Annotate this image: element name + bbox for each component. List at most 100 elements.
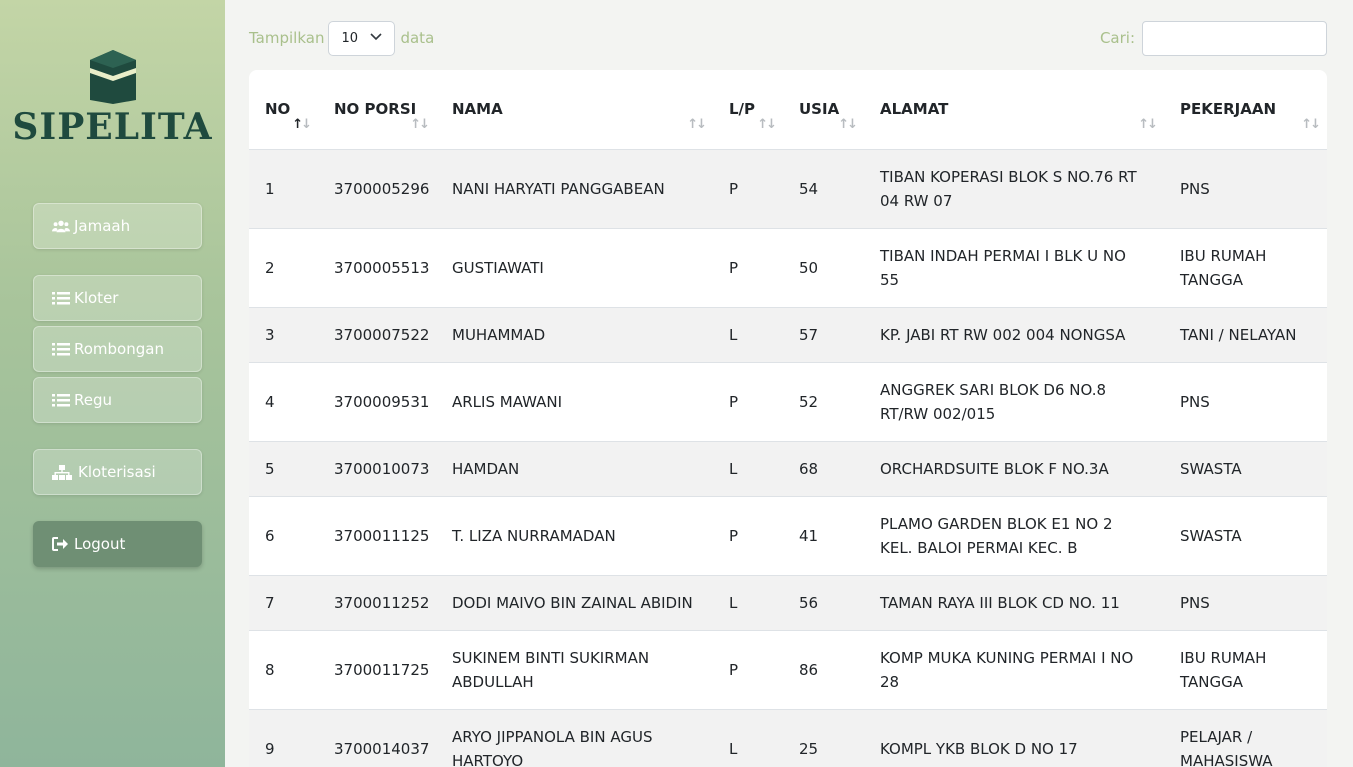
nav-label: Rombongan xyxy=(74,340,164,358)
cell-pekerjaan: PNS xyxy=(1164,149,1327,229)
cell-no-porsi: 3700005296 xyxy=(318,149,436,229)
cell-no: 8 xyxy=(249,630,318,710)
show-label: Tampilkan xyxy=(249,29,325,47)
cell-alamat: KOMPL YKB BLOK D NO 17 xyxy=(864,709,1164,767)
sort-icon: ↑↓ xyxy=(1138,116,1158,132)
users-icon xyxy=(52,219,70,233)
kaaba-logo-icon xyxy=(89,50,136,104)
table-header-row: NO ↑↓ NO PORSI ↑↓ NAMA ↑↓ L/P ↑↓ USIA ↑↓ ALAM… xyxy=(249,70,1327,150)
cell-no-porsi: 3700011725 xyxy=(318,630,436,710)
table-row: 2 3700005513 GUSTIAWATI P 50 TIBAN INDAH… xyxy=(249,228,1327,308)
column-header-usia[interactable]: USIA ↑↓ xyxy=(783,70,864,150)
cell-pekerjaan: TANI / NELAYAN xyxy=(1164,307,1327,363)
cell-usia: 68 xyxy=(783,441,864,497)
cell-lp: P xyxy=(713,630,783,710)
cell-pekerjaan: PELAJAR / MAHASISWA xyxy=(1164,709,1327,767)
search-label: Cari: xyxy=(1099,29,1135,47)
cell-alamat: KP. JABI RT RW 002 004 NONGSA xyxy=(864,307,1164,363)
cell-lp: P xyxy=(713,496,783,576)
cell-alamat: TAMAN RAYA III BLOK CD NO. 11 xyxy=(864,575,1164,631)
cell-nama: ARLIS MAWANI xyxy=(436,362,713,442)
table-row: 3 3700007522 MUHAMMAD L 57 KP. JABI RT R… xyxy=(249,307,1327,363)
column-header-pekerjaan[interactable]: PEKERJAAN ↑↓ xyxy=(1164,70,1327,150)
nav-kloterisasi-button[interactable]: Kloterisasi xyxy=(33,449,202,495)
data-label: data xyxy=(400,29,435,47)
nav-label: Jamaah xyxy=(74,217,131,235)
cell-alamat: PLAMO GARDEN BLOK E1 NO 2 KEL. BALOI PER… xyxy=(864,496,1164,576)
main-content: Tampilkan 10 data Cari: NO ↑↓ NO PORSI ↑↓ … xyxy=(249,0,1327,767)
nav-jamaah-button[interactable]: Jamaah xyxy=(33,203,202,249)
cell-alamat: TIBAN INDAH PERMAI I BLK U NO 55 xyxy=(864,228,1164,308)
cell-nama: MUHAMMAD xyxy=(436,307,713,363)
cell-no-porsi: 3700010073 xyxy=(318,441,436,497)
cell-lp: L xyxy=(713,307,783,363)
sitemap-icon xyxy=(52,464,74,480)
cell-pekerjaan: PNS xyxy=(1164,575,1327,631)
search-input[interactable] xyxy=(1142,20,1327,56)
cell-no: 3 xyxy=(249,307,318,363)
cell-alamat: TIBAN KOPERASI BLOK S NO.76 RT 04 RW 07 xyxy=(864,149,1164,229)
jamaah-table: NO ↑↓ NO PORSI ↑↓ NAMA ↑↓ L/P ↑↓ USIA ↑↓ ALAM… xyxy=(249,70,1327,767)
cell-alamat: ORCHARDSUITE BLOK F NO.3A xyxy=(864,441,1164,497)
cell-no: 9 xyxy=(249,709,318,767)
cell-usia: 54 xyxy=(783,149,864,229)
cell-no-porsi: 3700007522 xyxy=(318,307,436,363)
nav-rombongan-button[interactable]: Rombongan xyxy=(33,326,202,372)
table-row: 6 3700011125 T. LIZA NURRAMADAN P 41 PLA… xyxy=(249,496,1327,576)
list-icon xyxy=(52,291,70,305)
logo-text: SIPELITA xyxy=(12,106,213,148)
table-row: 1 3700005296 NANI HARYATI PANGGABEAN P 5… xyxy=(249,149,1327,229)
sort-icon: ↑↓ xyxy=(410,116,430,132)
cell-usia: 56 xyxy=(783,575,864,631)
cell-pekerjaan: SWASTA xyxy=(1164,496,1327,576)
column-header-alamat[interactable]: ALAMAT ↑↓ xyxy=(864,70,1164,150)
nav-regu-button[interactable]: Regu xyxy=(33,377,202,423)
page-length-control: Tampilkan 10 data xyxy=(249,20,434,56)
nav-label: Regu xyxy=(74,391,113,409)
search-control: Cari: xyxy=(1100,20,1327,56)
table-row: 7 3700011252 DODI MAIVO BIN ZAINAL ABIDI… xyxy=(249,575,1327,631)
column-header-no[interactable]: NO ↑↓ xyxy=(249,70,318,150)
cell-no: 6 xyxy=(249,496,318,576)
table-controls: Tampilkan 10 data Cari: xyxy=(249,20,1327,56)
cell-pekerjaan: PNS xyxy=(1164,362,1327,442)
cell-usia: 52 xyxy=(783,362,864,442)
cell-pekerjaan: IBU RUMAH TANGGA xyxy=(1164,228,1327,308)
sort-icon: ↑↓ xyxy=(687,116,707,132)
nav-label: Logout xyxy=(74,535,126,553)
sort-asc-icon: ↑↓ xyxy=(292,116,312,132)
cell-usia: 57 xyxy=(783,307,864,363)
cell-nama: DODI MAIVO BIN ZAINAL ABIDIN xyxy=(436,575,713,631)
table-row: 9 3700014037 ARYO JIPPANOLA BIN AGUS HAR… xyxy=(249,709,1327,767)
nav-kloter-button[interactable]: Kloter xyxy=(33,275,202,321)
table-row: 5 3700010073 HAMDAN L 68 ORCHARDSUITE BL… xyxy=(249,441,1327,497)
cell-no: 2 xyxy=(249,228,318,308)
cell-no: 7 xyxy=(249,575,318,631)
table-row: 4 3700009531 ARLIS MAWANI P 52 ANGGREK S… xyxy=(249,362,1327,442)
nav-label: Kloterisasi xyxy=(78,463,156,481)
cell-usia: 25 xyxy=(783,709,864,767)
column-header-no-porsi[interactable]: NO PORSI ↑↓ xyxy=(318,70,436,150)
cell-alamat: ANGGREK SARI BLOK D6 NO.8 RT/RW 002/015 xyxy=(864,362,1164,442)
logout-button[interactable]: Logout xyxy=(33,521,202,567)
table-row: 8 3700011725 SUKINEM BINTI SUKIRMAN ABDU… xyxy=(249,630,1327,710)
cell-nama: HAMDAN xyxy=(436,441,713,497)
sidebar: SIPELITA Jamaah Kloter Rombongan Regu Kl… xyxy=(0,0,225,767)
column-header-nama[interactable]: NAMA ↑↓ xyxy=(436,70,713,150)
cell-no: 1 xyxy=(249,149,318,229)
cell-lp: P xyxy=(713,362,783,442)
sort-icon: ↑↓ xyxy=(1301,116,1321,132)
cell-nama: ARYO JIPPANOLA BIN AGUS HARTOYO xyxy=(436,709,713,767)
sign-out-icon xyxy=(52,537,70,551)
column-header-lp[interactable]: L/P ↑↓ xyxy=(713,70,783,150)
cell-no-porsi: 3700009531 xyxy=(318,362,436,442)
cell-no-porsi: 3700014037 xyxy=(318,709,436,767)
cell-no: 4 xyxy=(249,362,318,442)
cell-usia: 50 xyxy=(783,228,864,308)
nav-label: Kloter xyxy=(74,289,119,307)
cell-lp: P xyxy=(713,228,783,308)
jamaah-table-card: NO ↑↓ NO PORSI ↑↓ NAMA ↑↓ L/P ↑↓ USIA ↑↓ ALAM… xyxy=(249,70,1327,767)
page-size-select[interactable]: 10 xyxy=(328,20,396,56)
cell-no: 5 xyxy=(249,441,318,497)
cell-lp: P xyxy=(713,149,783,229)
